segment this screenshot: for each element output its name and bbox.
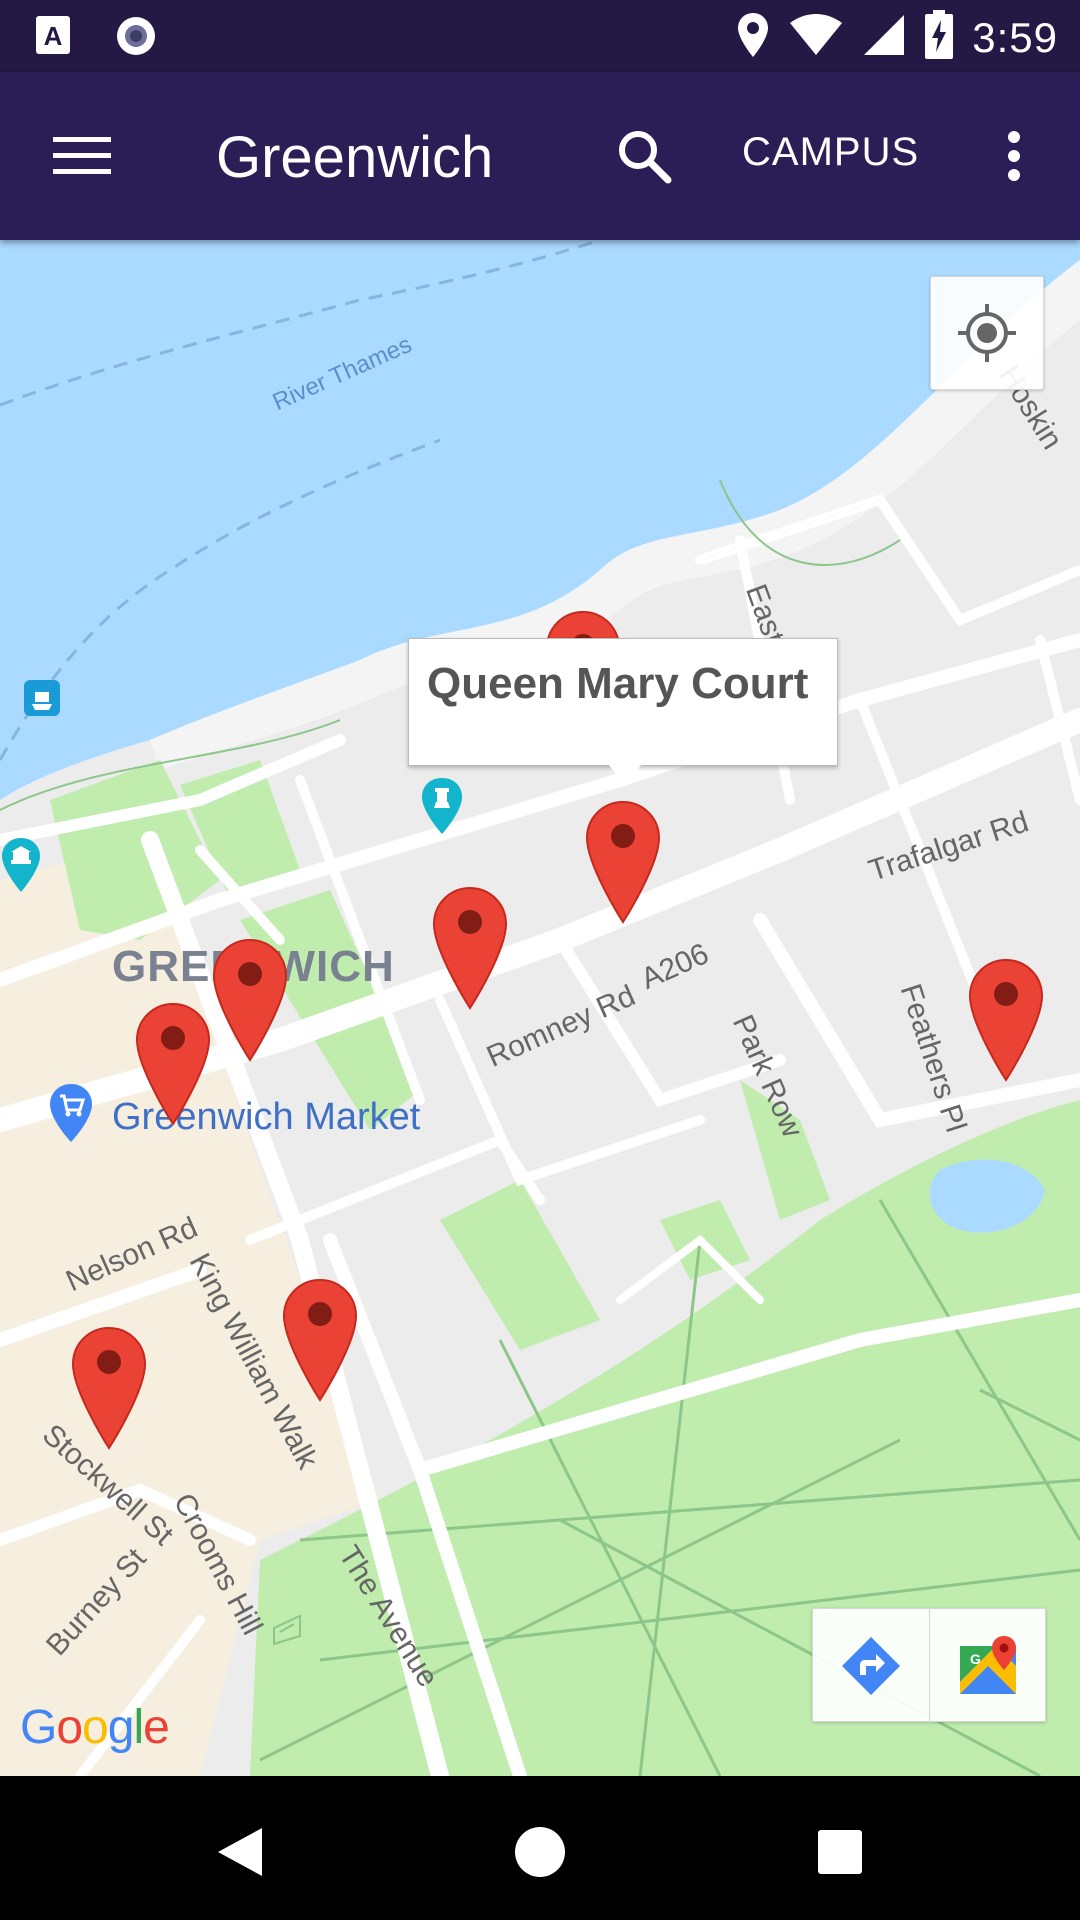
- map-marker[interactable]: [432, 886, 508, 1010]
- battery-charging-icon: [924, 10, 954, 65]
- recents-button[interactable]: [800, 1812, 880, 1892]
- directions-icon: [842, 1637, 900, 1695]
- map-marker[interactable]: [212, 938, 288, 1062]
- back-icon: [218, 1828, 262, 1876]
- text-recognition-icon: A: [34, 14, 74, 63]
- menu-icon: [53, 137, 111, 174]
- search-button[interactable]: [604, 116, 684, 196]
- recents-icon: [818, 1830, 862, 1874]
- home-icon: [515, 1827, 565, 1877]
- monument-poi-icon: [268, 1610, 306, 1653]
- map-toolbar: G: [812, 1608, 1046, 1723]
- home-button[interactable]: [500, 1812, 580, 1892]
- map-marker[interactable]: [71, 1326, 147, 1450]
- google-logo: Google: [20, 1701, 170, 1754]
- more-vert-icon: [1008, 131, 1020, 181]
- open-in-maps-button[interactable]: G: [929, 1609, 1045, 1723]
- landmark-poi-icon[interactable]: [420, 776, 464, 841]
- more-options-button[interactable]: [990, 116, 1038, 196]
- signal-icon: [862, 13, 906, 62]
- marker-info-window[interactable]: Queen Mary Court: [408, 638, 838, 787]
- map-marker[interactable]: [282, 1278, 358, 1402]
- search-icon: [619, 131, 672, 184]
- map-marker-queen-mary-court[interactable]: [585, 800, 661, 924]
- status-time: 3:59: [972, 13, 1058, 61]
- my-location-button[interactable]: [930, 276, 1044, 390]
- menu-button[interactable]: [40, 118, 124, 194]
- info-window-title: Queen Mary Court: [427, 659, 809, 708]
- svg-text:A: A: [44, 21, 63, 51]
- status-bar: A 3:59: [0, 0, 1080, 72]
- map-marker[interactable]: [135, 1002, 211, 1126]
- wifi-icon: [788, 13, 844, 62]
- app-bar: Greenwich CAMPUS: [0, 72, 1080, 240]
- my-location-icon: [958, 304, 1016, 362]
- back-button[interactable]: [200, 1812, 280, 1892]
- map-marker[interactable]: [968, 958, 1044, 1082]
- museum-poi-icon[interactable]: [0, 836, 42, 899]
- ferry-poi-icon[interactable]: [22, 678, 62, 723]
- shopping-poi-icon[interactable]: [48, 1082, 94, 1149]
- page-title: Greenwich: [216, 125, 494, 190]
- google-maps-icon: G: [959, 1636, 1016, 1694]
- record-icon: [114, 14, 158, 63]
- screen: A 3:59 Greenwich CAMPUS River Thames Gre…: [0, 0, 1080, 1920]
- navigation-bar: [0, 1776, 1080, 1920]
- svg-text:G: G: [970, 1651, 981, 1667]
- location-icon: [736, 11, 770, 64]
- map-view[interactable]: River Thames GREENWICH Greenwich Market …: [0, 240, 1080, 1776]
- directions-button[interactable]: [813, 1609, 929, 1723]
- campus-button[interactable]: CAMPUS: [742, 130, 919, 175]
